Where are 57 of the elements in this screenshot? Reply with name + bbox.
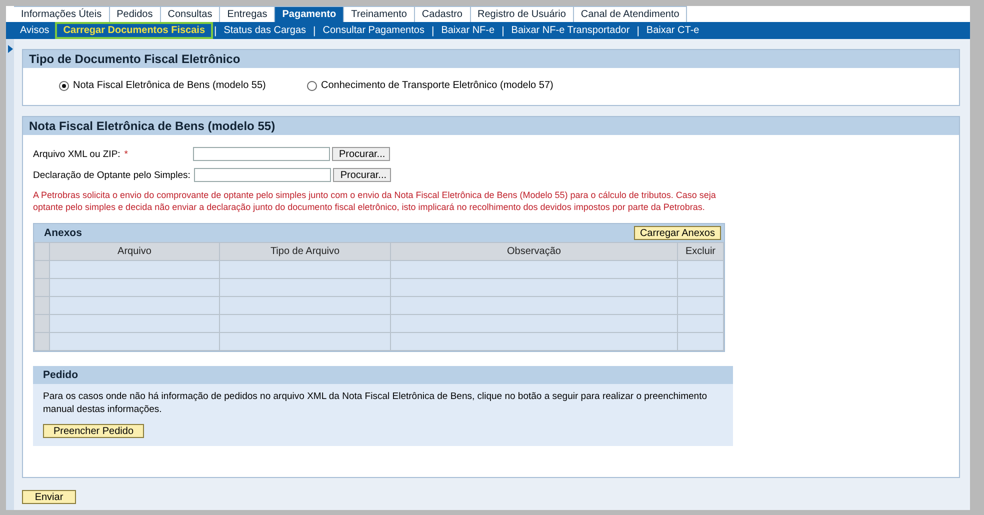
table-cell [678,260,724,278]
row-selector[interactable] [34,278,50,296]
subnav-link[interactable]: Baixar NF-e [435,25,501,36]
section-title: Tipo de Documento Fiscal Eletrônico [23,50,959,68]
subnav-link[interactable]: Status das Cargas [218,25,312,36]
nav-tab[interactable]: Consultas [160,6,220,22]
separator: | [636,24,640,36]
order-text: Para os casos onde não há informação de pedidos no arquivo XML da Nota Fiscal Eletrônica de Bens, clique no botão a seguir para realizar o preenchimento manual destas informações. [43,390,708,416]
column-header: Observação [390,242,678,260]
table-cell [678,296,724,314]
section-title: Pedido [33,366,733,384]
column-header: Arquivo [50,242,220,260]
nav-tab[interactable]: Informações Úteis [14,6,110,22]
browse-button[interactable]: Procurar... [333,168,392,182]
upload-button[interactable]: Carregar Anexos [634,226,721,240]
separator: | [312,24,317,36]
subnav-link[interactable]: Avisos [14,25,56,36]
field-label: Declaração de Optante pelo Simples: [33,170,192,180]
notice-text: A Petrobras solicita o envio do comprovante de optante pelo simples junto com o envio da Nota Fiscal Eletrônica de Bens (Modelo 55) para o cálculo de tributos. Caso seja optante pelo simples e decida não enviar a declaração junto do documento fiscal eletrônico, isto implicará no recolhimento dos devidos impostos por parte da Petrobras. [33,189,717,213]
nav-tab[interactable]: Canal de Atendimento [574,6,688,22]
nav-tab[interactable]: Treinamento [344,6,415,22]
table-header-cell [34,242,50,260]
subnav-link[interactable]: Baixar NF-e Transportador [505,25,636,36]
send-button[interactable]: Enviar [22,490,76,504]
field-label: Arquivo XML ou ZIP: * [33,148,129,160]
separator: | [213,24,218,36]
separator: | [500,24,506,36]
radio-option[interactable]: Conhecimento de Transporte Eletrônico (modelo 57) [307,80,555,91]
radio-button[interactable] [59,80,69,90]
table-cell [678,332,724,350]
row-selector[interactable] [34,332,50,350]
nav-tab[interactable]: Pagamento [275,6,344,22]
file-field[interactable] [194,168,332,182]
subnav-link[interactable]: Carregar Documentos Fiscais [55,22,213,39]
subnav-link[interactable]: Consultar Pagamentos [316,25,430,36]
browse-button[interactable]: Procurar... [332,147,390,161]
column-header: Excluir [678,242,724,260]
column-header: Tipo de Arquivo [220,242,390,260]
radio-option[interactable]: Nota Fiscal Eletrônica de Bens (modelo 55) [59,80,307,91]
nav-tab[interactable]: Registro de Usuário [470,6,574,22]
section-title: Nota Fiscal Eletrônica de Bens (modelo 55) [23,117,959,135]
row-selector[interactable] [34,260,50,278]
table-cell [678,314,724,332]
attachments-title: Anexos [44,227,82,239]
separator: | [430,24,436,36]
row-selector[interactable] [34,296,50,314]
file-field[interactable] [193,147,330,161]
required-mark: * [124,148,128,160]
nav-tab[interactable]: Entregas [220,6,276,22]
table-cell [678,278,724,296]
row-selector[interactable] [34,314,50,332]
nav-tab[interactable]: Cadastro [414,6,470,22]
fill-order-button[interactable]: Preencher Pedido [43,424,144,438]
radio-button[interactable] [307,80,317,90]
expand-arrow-icon[interactable] [8,45,12,53]
nav-tab[interactable]: Pedidos [110,6,161,22]
subnav-link[interactable]: Baixar CT-e [640,25,706,36]
